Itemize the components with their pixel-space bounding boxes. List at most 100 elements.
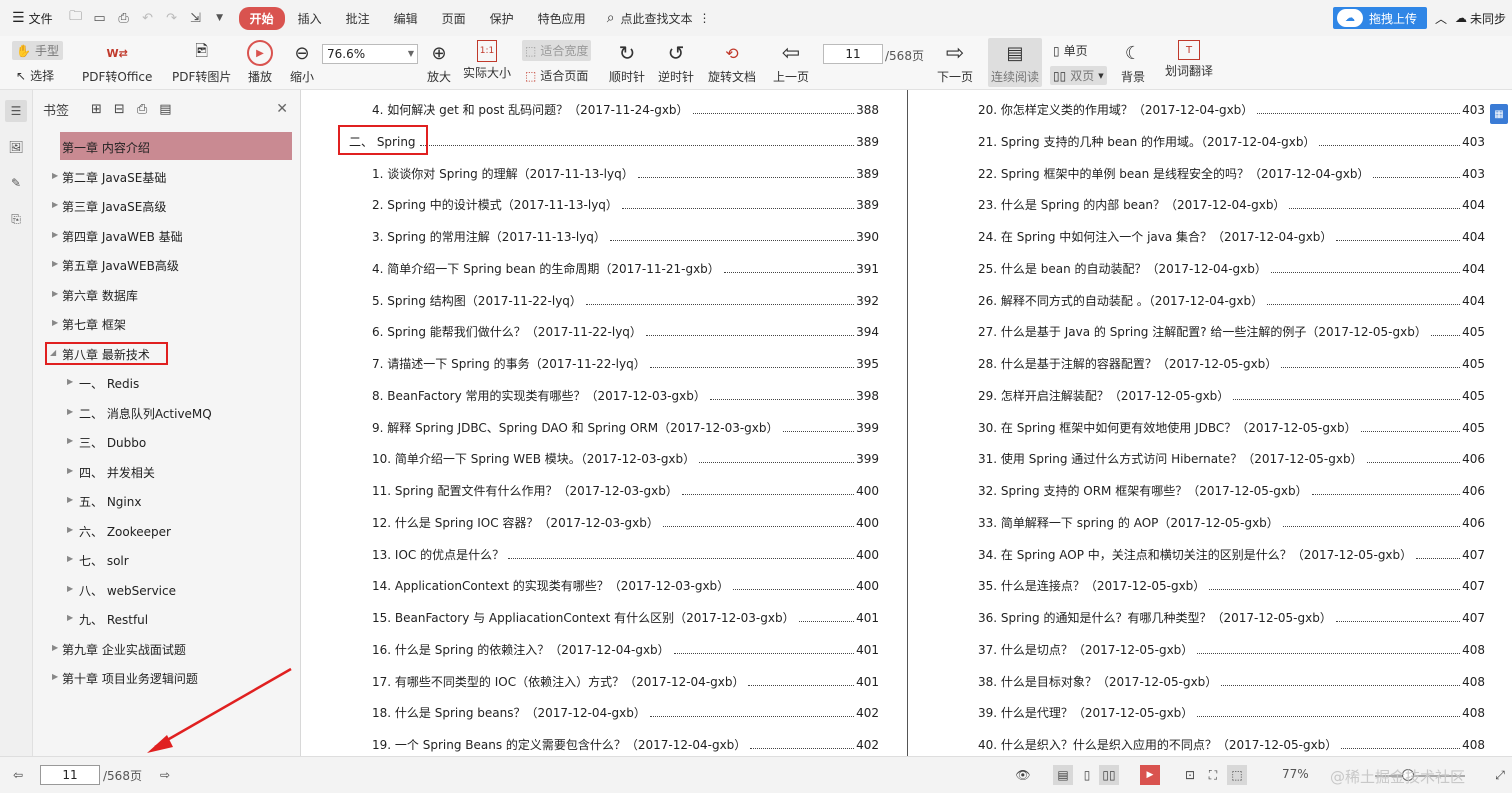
rotate-ccw-button[interactable]: ↺ 逆时针 <box>658 40 694 85</box>
toc-entry[interactable]: 29. 怎样开启注解装配？（2017-12-05-gxb） 405 <box>978 387 1485 404</box>
open-folder-icon[interactable]: 🗀 <box>67 9 85 27</box>
play-button[interactable]: ▶ 播放 <box>247 40 273 85</box>
double-view-icon[interactable]: ▯▯ <box>1099 765 1119 785</box>
bookmark-item[interactable]: 第二章 JavaSE基础 <box>62 169 166 186</box>
toc-entry[interactable]: 6. Spring 能帮我们做什么？（2017-11-22-lyq） 394 <box>372 323 879 340</box>
toc-entry[interactable]: 13. IOC 的优点是什么？ 400 <box>372 546 879 563</box>
toc-entry[interactable]: 17. 有哪些不同类型的 IOC（依赖注入）方式？（2017-12-04-gxb… <box>372 673 879 690</box>
expand-arrow-icon[interactable]: ▶ <box>67 525 73 534</box>
bookmark-item[interactable]: 第六章 数据库 <box>62 287 138 304</box>
toc-entry[interactable]: 31. 使用 Spring 通过什么方式访问 Hibernate？（2017-1… <box>978 450 1485 467</box>
side-tool-icon[interactable]: ▦ <box>1490 104 1508 124</box>
rotate-cw-button[interactable]: ↻ 顺时针 <box>609 40 645 85</box>
toc-entry[interactable]: 16. 什么是 Spring 的依赖注入？（2017-12-04-gxb） 401 <box>372 641 879 658</box>
expand-arrow-icon[interactable]: ▶ <box>67 554 73 563</box>
toc-entry[interactable]: 40. 什么是织入？什么是织入应用的不同点？（2017-12-05-gxb） 40… <box>978 736 1485 753</box>
file-menu[interactable]: ☰ 文件 <box>0 10 53 27</box>
toc-entry[interactable]: 5. Spring 结构图（2017-11-22-lyq） 392 <box>372 292 879 309</box>
tab-insert[interactable]: 插入 <box>287 7 333 30</box>
print-icon[interactable]: ⎙ <box>115 9 133 27</box>
toc-entry[interactable]: 28. 什么是基于注解的容器配置？（2017-12-05-gxb） 405 <box>978 355 1485 372</box>
fullscreen-icon[interactable]: ⤢ <box>1490 765 1510 785</box>
bookmark-item[interactable]: 九、 Restful <box>79 611 148 628</box>
toc-entry[interactable]: 27. 什么是基于 Java 的 Spring 注解配置? 给一些注解的例子（2… <box>978 323 1485 340</box>
toc-entry[interactable]: 35. 什么是连接点？（2017-12-05-gxb） 407 <box>978 577 1485 594</box>
expand-arrow-icon[interactable]: ▶ <box>52 318 58 327</box>
double-page-button[interactable]: ▯▯ 双页 ▼ <box>1050 66 1107 85</box>
toc-entry[interactable]: 12. 什么是 Spring IOC 容器？（2017-12-03-gxb） 40… <box>372 514 879 531</box>
tab-protect[interactable]: 保护 <box>479 7 525 30</box>
export-icon[interactable]: ⇲ <box>187 9 205 27</box>
next-page-icon[interactable]: ⇨ <box>155 765 175 785</box>
tab-edit[interactable]: 编辑 <box>383 7 429 30</box>
bookmark-item[interactable]: 一、 Redis <box>79 375 139 392</box>
close-icon[interactable]: ✕ <box>276 101 288 117</box>
fit-page-button[interactable]: ⬚ 适合页面 <box>525 67 588 84</box>
actual-size-button[interactable]: 1:1 实际大小 <box>463 40 511 81</box>
toc-entry[interactable]: 25. 什么是 bean 的自动装配？（2017-12-04-gxb） 404 <box>978 260 1485 277</box>
eye-protection-icon[interactable]: 👁 <box>1013 765 1033 785</box>
bookmark-item[interactable]: 二、 消息队列ActiveMQ <box>79 405 212 422</box>
dropdown-chevron-icon[interactable]: ▼ <box>211 9 229 27</box>
tab-annotate[interactable]: 批注 <box>335 7 381 30</box>
background-button[interactable]: ☾ 背景 <box>1120 40 1146 85</box>
prev-page-icon[interactable]: ⇦ <box>8 765 28 785</box>
pdf-to-image-button[interactable]: 🖻 PDF转图片 <box>172 40 231 85</box>
expand-arrow-icon[interactable]: ▶ <box>67 436 73 445</box>
toc-entry[interactable]: 19. 一个 Spring Beans 的定义需要包含什么？（2017-12-0… <box>372 736 879 753</box>
actual-size-icon[interactable]: ⊡ <box>1180 765 1200 785</box>
toc-entry[interactable]: 22. Spring 框架中的单例 bean 是线程安全的吗？（2017-12-… <box>978 165 1485 182</box>
toc-entry[interactable]: 37. 什么是切点？（2017-12-05-gxb） 408 <box>978 641 1485 658</box>
zoom-out-button[interactable]: ⊖ 缩小 <box>289 40 315 85</box>
expand-arrow-icon[interactable]: ▶ <box>67 613 73 622</box>
expand-arrow-icon[interactable]: ▶ <box>52 171 58 180</box>
toc-entry[interactable]: 39. 什么是代理？（2017-12-05-gxb） 408 <box>978 704 1485 721</box>
toc-entry[interactable]: 11. Spring 配置文件有什么作用？（2017-12-03-gxb） 400 <box>372 482 879 499</box>
tab-start[interactable]: 开始 <box>238 6 285 30</box>
toc-entry[interactable]: 3. Spring 的常用注解（2017-11-13-lyq） 390 <box>372 228 879 245</box>
expand-arrow-icon[interactable]: ▶ <box>67 495 73 504</box>
zoom-level-select[interactable]: 76.6% ▼ <box>322 44 418 64</box>
bookmark-item[interactable]: 八、 webService <box>79 582 176 599</box>
toc-entry[interactable]: 二、 Spring 389 <box>349 133 879 150</box>
bookmark-item[interactable]: 第四章 JavaWEB 基础 <box>62 228 183 245</box>
bookmark-item[interactable]: 第九章 企业实战面试题 <box>62 641 186 658</box>
add-bookmark-icon[interactable]: ⎙ <box>137 102 147 117</box>
tab-features[interactable]: 特色应用 <box>527 7 597 30</box>
hand-tool-button[interactable]: ✋ 手型 <box>12 41 63 60</box>
toc-entry[interactable]: 33. 简单解释一下 spring 的 AOP（2017-12-05-gxb） 4… <box>978 514 1485 531</box>
select-tool-button[interactable]: ↖ 选择 <box>16 67 54 84</box>
toc-entry[interactable]: 15. BeanFactory 与 AppliacationContext 有什… <box>372 609 879 626</box>
expand-arrow-icon[interactable]: ▶ <box>52 259 58 268</box>
rotate-doc-button[interactable]: ⟲ 旋转文档 <box>708 40 756 85</box>
more-icon[interactable]: ⋮ <box>699 11 711 25</box>
save-icon[interactable]: ▭ <box>91 9 109 27</box>
fit-width-button[interactable]: ⬚ 适合宽度 <box>522 40 592 61</box>
toc-entry[interactable]: 23. 什么是 Spring 的内部 bean？（2017-12-04-gxb）… <box>978 196 1485 213</box>
toc-entry[interactable]: 1. 谈谈你对 Spring 的理解（2017-11-13-lyq） 389 <box>372 165 879 182</box>
bookmark-item[interactable]: 第五章 JavaWEB高级 <box>62 257 179 274</box>
toc-entry[interactable]: 30. 在 Spring 框架中如何更有效地使用 JDBC？（2017-12-0… <box>978 419 1485 436</box>
pdf-to-office-button[interactable]: W⇄ PDF转Office <box>82 40 152 85</box>
toc-entry[interactable]: 10. 简单介绍一下 Spring WEB 模块。（2017-12-03-gxb… <box>372 450 879 467</box>
bookmark-item[interactable]: 四、 并发相关 <box>79 464 155 481</box>
expand-arrow-icon[interactable]: ▶ <box>67 407 73 416</box>
toc-entry[interactable]: 26. 解释不同方式的自动装配 。（2017-12-04-gxb） 404 <box>978 292 1485 309</box>
prev-page-button[interactable]: ⇦ 上一页 <box>773 40 809 85</box>
bookmark-item[interactable]: 第七章 框架 <box>62 316 126 333</box>
toc-entry[interactable]: 34. 在 Spring AOP 中，关注点和横切关注的区别是什么？（2017-… <box>978 546 1485 563</box>
toc-entry[interactable]: 4. 如何解决 get 和 post 乱码问题？（2017-11-24-gxb）… <box>372 101 879 118</box>
page-number-input[interactable]: 11 <box>823 44 883 64</box>
expand-all-icon[interactable]: ⊞ <box>91 102 102 117</box>
single-view-icon[interactable]: ▯ <box>1077 765 1097 785</box>
expand-arrow-icon[interactable]: ▶ <box>52 672 58 681</box>
zoom-in-button[interactable]: ⊕ 放大 <box>426 40 452 85</box>
expand-arrow-icon[interactable]: ▶ <box>52 643 58 652</box>
fit-width-icon[interactable]: ⛶ <box>1203 765 1223 785</box>
fit-page-icon[interactable]: ⬚ <box>1227 765 1247 785</box>
expand-arrow-icon[interactable]: ▶ <box>67 377 73 386</box>
toc-entry[interactable]: 21. Spring 支持的几种 bean 的作用域。（2017-12-04-g… <box>978 133 1485 150</box>
thumbnail-panel-icon[interactable]: 🖼 <box>5 136 27 158</box>
status-page-input[interactable]: 11 <box>40 765 100 785</box>
toc-entry[interactable]: 36. Spring 的通知是什么？有哪几种类型？（2017-12-05-gxb… <box>978 609 1485 626</box>
